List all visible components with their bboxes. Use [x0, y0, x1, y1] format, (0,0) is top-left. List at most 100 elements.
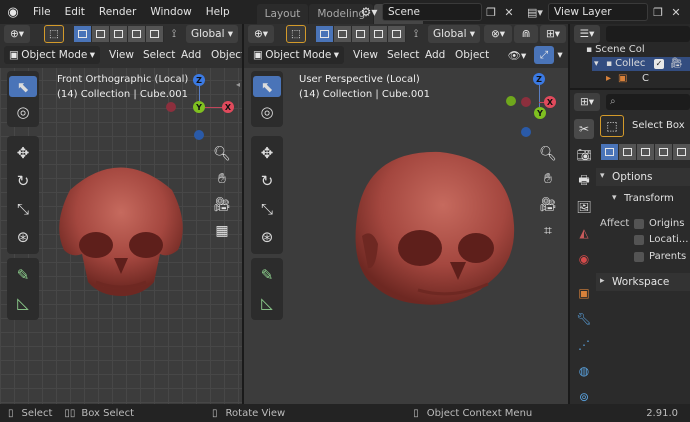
expand-arrow-icon[interactable]: ▸ — [606, 72, 611, 86]
select-box-tool-icon[interactable]: ⬚ — [600, 115, 624, 137]
menu-add[interactable]: Add — [176, 46, 206, 64]
select-box-tool-icon[interactable]: ⬚ — [286, 25, 306, 43]
rotate-icon[interactable]: ↻ — [253, 169, 281, 193]
visibility-eye-icon[interactable]: 👁︎▾ — [502, 46, 532, 64]
affect-locations-checkbox[interactable]: Locati... — [634, 234, 688, 245]
menu-file[interactable]: File — [26, 0, 58, 24]
select-extend-icon[interactable] — [619, 144, 637, 160]
menu-edit[interactable]: Edit — [58, 0, 92, 24]
gizmo-x-axis[interactable]: X — [544, 96, 556, 108]
properties-selection-mode-group[interactable] — [601, 144, 690, 160]
tab-layout[interactable]: Layout — [256, 3, 309, 24]
copy-scene-icon[interactable]: ❐ — [483, 3, 499, 21]
scene-icon[interactable]: ◭ — [574, 223, 594, 243]
cursor-select-icon[interactable]: ⬉ — [9, 76, 37, 97]
transform-icon[interactable]: ⊛ — [9, 225, 37, 249]
affect-parents-checkbox[interactable]: Parents — [634, 251, 686, 262]
mode-dropdown[interactable]: ▣ Object Mode ▾ — [4, 46, 100, 64]
snap-icon[interactable]: ⋒ — [514, 25, 538, 43]
3d-cursor-icon[interactable]: ◎ — [253, 101, 281, 122]
object-icon[interactable]: ▣ — [574, 283, 594, 303]
outliner-search-input[interactable] — [606, 26, 690, 42]
menu-view[interactable]: View — [104, 46, 139, 64]
select-new-icon[interactable] — [601, 144, 619, 160]
zoom-icon[interactable]: 🔍︎ — [537, 143, 559, 165]
proportional-edit-icon[interactable]: ⊞▾ — [540, 25, 566, 43]
tool-settings-icon[interactable]: ✂ — [574, 119, 594, 139]
close-icon[interactable]: ✕ — [501, 3, 517, 21]
transform-label[interactable]: Transform — [624, 193, 674, 204]
selection-mode-group[interactable] — [74, 26, 164, 42]
gizmo-x-axis[interactable]: X — [222, 101, 234, 113]
select-invert-icon[interactable] — [655, 144, 673, 160]
close-icon[interactable]: ✕ — [668, 3, 684, 21]
select-intersect-icon[interactable] — [388, 26, 406, 42]
select-intersect-icon[interactable] — [673, 144, 690, 160]
select-subtract-icon[interactable] — [637, 144, 655, 160]
outliner-scene-collection[interactable]: ▪ Scene Col — [586, 43, 645, 57]
menu-help[interactable]: Help — [199, 0, 237, 24]
menu-object[interactable]: Object — [206, 46, 242, 64]
right-navigation-gizmo[interactable]: Z X Y — [500, 72, 566, 138]
select-extend-icon[interactable] — [334, 26, 352, 42]
gizmo-z-axis[interactable]: Z — [533, 73, 545, 85]
annotate-icon[interactable]: ✎ — [253, 263, 281, 287]
gizmo-z-axis[interactable]: Z — [193, 74, 205, 86]
menu-add[interactable]: Add — [420, 46, 450, 64]
editor-type-icon[interactable]: ⊕▾ — [4, 25, 30, 43]
menu-window[interactable]: Window — [143, 0, 198, 24]
expand-arrow-icon[interactable]: ▾ — [594, 57, 599, 71]
selection-mode-group[interactable] — [316, 26, 406, 42]
pivot-icon[interactable]: ⊗▾ — [484, 25, 512, 43]
gizmo-y-axis[interactable]: Y — [193, 101, 205, 113]
properties-search-input[interactable]: ⌕ — [606, 94, 690, 110]
perspective-grid-icon[interactable]: ⌗ — [537, 220, 559, 242]
outliner-editor-icon[interactable]: ☰▾ — [574, 25, 600, 43]
select-new-icon[interactable] — [74, 26, 92, 42]
transform-icon[interactable]: ⊛ — [253, 225, 281, 249]
scene-icon[interactable]: ⚙▾ — [356, 3, 382, 21]
view-layer-selector[interactable]: View Layer — [548, 3, 648, 21]
editor-type-icon[interactable]: ⊕▾ — [248, 25, 274, 43]
scale-icon[interactable]: ⤡ — [9, 197, 37, 221]
skull-perspective-view[interactable] — [340, 140, 520, 310]
measure-icon[interactable]: ◺ — [253, 291, 281, 315]
gizmo-neg-y-axis[interactable] — [506, 96, 516, 106]
modifier-wrench-icon[interactable]: 🔧︎ — [574, 309, 594, 329]
menu-select[interactable]: Select — [138, 46, 180, 64]
measure-icon[interactable]: ◺ — [9, 291, 37, 315]
move-icon[interactable]: ✥ — [9, 141, 37, 165]
view-layer-icon[interactable]: ▤▾ — [523, 3, 547, 21]
gizmo-neg-x-axis[interactable] — [521, 97, 531, 107]
output-icon[interactable]: 🖶︎ — [574, 171, 594, 191]
mode-dropdown[interactable]: ▣ Object Mode ▾ — [248, 46, 344, 64]
camera-icon[interactable]: 🎥︎ — [670, 57, 683, 71]
physics-icon[interactable]: ◍ — [574, 361, 594, 381]
select-intersect-icon[interactable] — [146, 26, 164, 42]
copy-layer-icon[interactable]: ❐ — [650, 3, 666, 21]
scene-selector[interactable]: Scene — [382, 3, 482, 21]
particles-icon[interactable]: ⋰ — [574, 335, 594, 355]
world-icon[interactable]: ◉ — [574, 249, 594, 269]
render-icon[interactable]: 📷︎ — [574, 145, 594, 165]
menu-view[interactable]: View — [348, 46, 383, 64]
scale-icon[interactable]: ⤡ — [253, 197, 281, 221]
select-extend-icon[interactable] — [92, 26, 110, 42]
properties-editor-icon[interactable]: ⊞▾ — [574, 93, 600, 111]
pan-hand-icon[interactable]: ✋︎ — [537, 168, 559, 190]
menu-object[interactable]: Object — [450, 46, 494, 64]
select-invert-icon[interactable] — [128, 26, 146, 42]
move-icon[interactable]: ✥ — [253, 141, 281, 165]
select-new-icon[interactable] — [316, 26, 334, 42]
gizmo-neg-z-axis[interactable] — [194, 130, 204, 140]
affect-origins-checkbox[interactable]: Origins — [634, 218, 684, 229]
pan-hand-icon[interactable]: ✋︎ — [211, 168, 233, 190]
gizmo-neg-x-axis[interactable] — [166, 102, 176, 112]
cursor-select-icon[interactable]: ⬉ — [253, 76, 281, 97]
select-subtract-icon[interactable] — [352, 26, 370, 42]
zoom-icon[interactable]: 🔍︎ — [211, 143, 233, 165]
annotate-icon[interactable]: ✎ — [9, 263, 37, 287]
camera-icon[interactable]: 🎥︎ — [211, 194, 233, 216]
gizmo-toggle-icon[interactable]: ⤢ — [534, 46, 554, 64]
gizmo-y-axis[interactable]: Y — [534, 107, 546, 119]
